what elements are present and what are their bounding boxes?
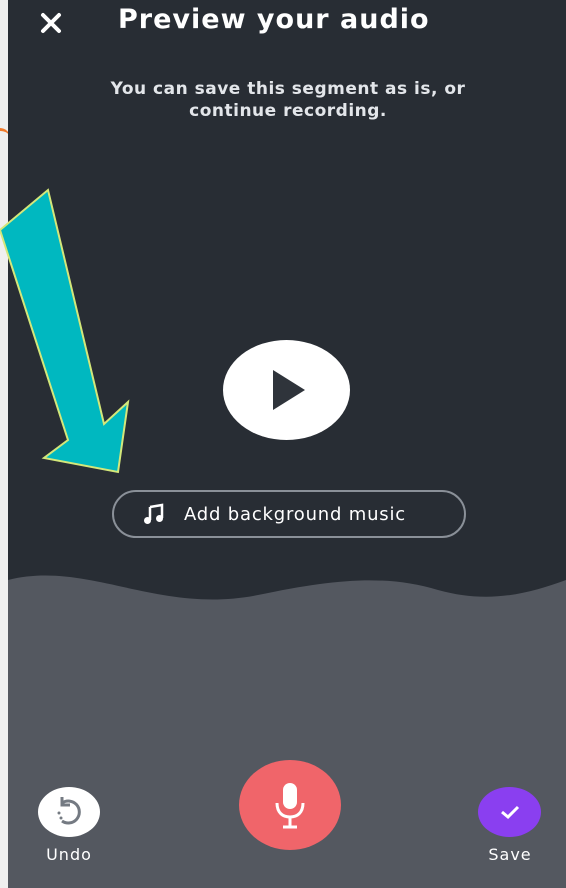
page-title: Preview your audio (118, 4, 430, 35)
save-button[interactable] (478, 787, 541, 837)
undo-icon (57, 797, 81, 825)
preview-audio-screen: Preview your audio You can save this seg… (8, 0, 566, 888)
close-icon (41, 13, 61, 33)
record-button[interactable] (239, 760, 341, 850)
microphone-icon (275, 783, 305, 829)
play-icon (272, 370, 305, 410)
undo-button[interactable] (38, 787, 100, 837)
save-label: Save (488, 845, 532, 864)
undo-label: Undo (46, 845, 92, 864)
checkmark-icon (500, 805, 519, 820)
music-note-icon (142, 503, 164, 525)
add-background-music-label: Add background music (184, 503, 406, 525)
close-button[interactable] (36, 8, 66, 38)
screenshot-frame: Preview your audio You can save this seg… (0, 0, 566, 888)
play-button[interactable] (223, 340, 350, 440)
instructions-text: You can save this segment as is, or cont… (110, 79, 466, 121)
add-background-music-button[interactable]: Add background music (112, 490, 466, 538)
